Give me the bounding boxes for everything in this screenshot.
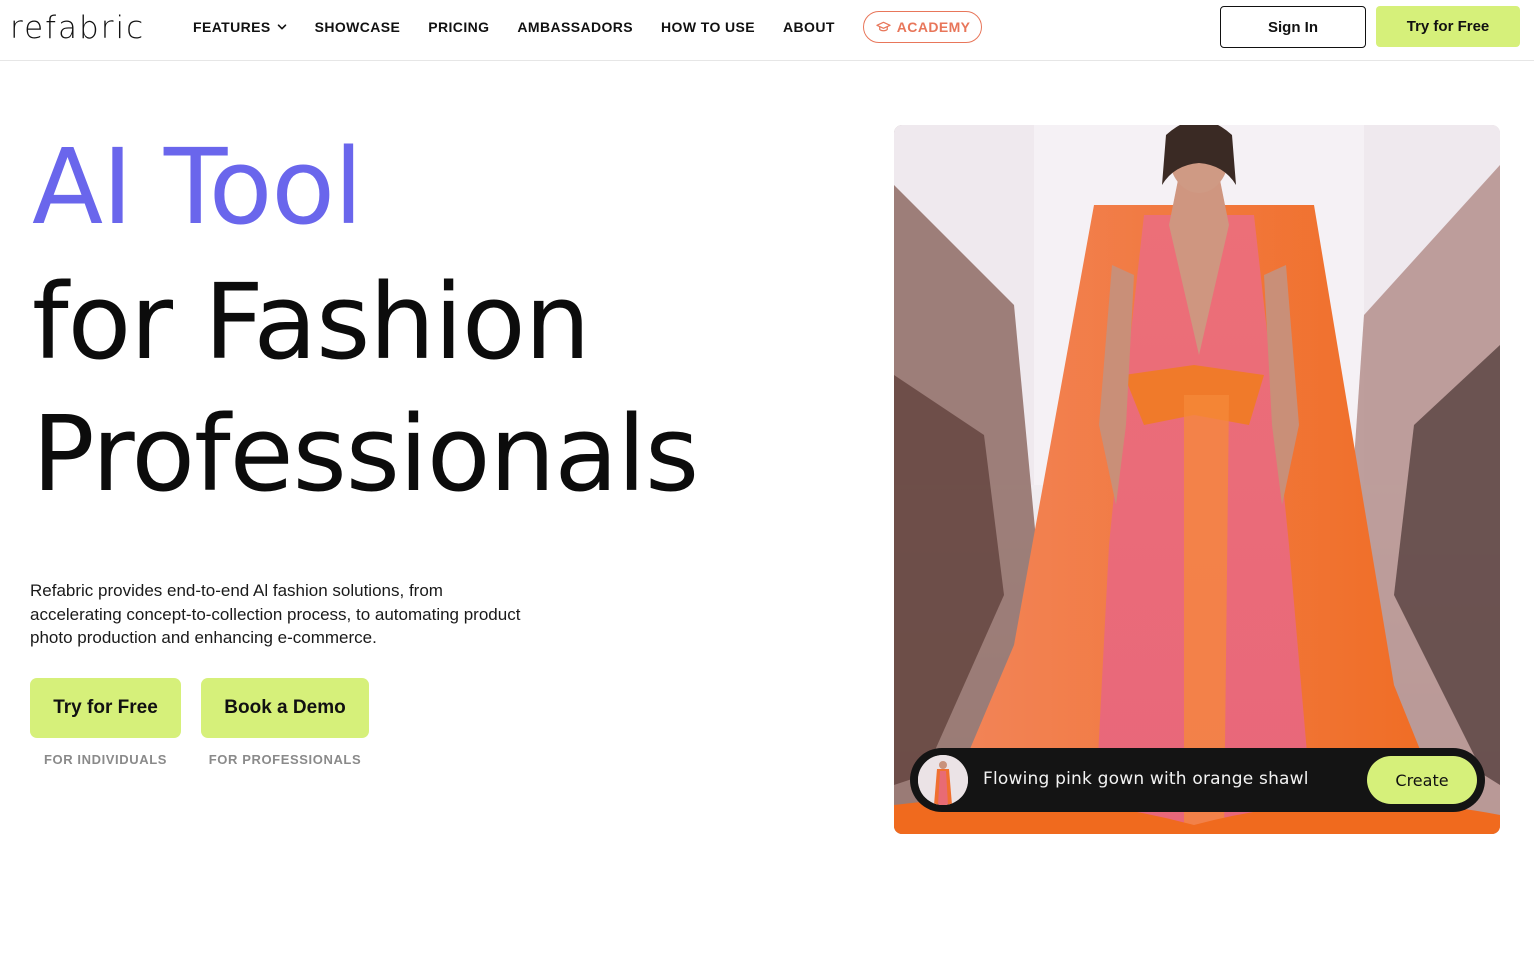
academy-label: ACADEMY	[896, 19, 971, 35]
book-demo-button[interactable]: Book a Demo	[201, 678, 369, 738]
prompt-text[interactable]: Flowing pink gown with orange shawl	[983, 769, 1309, 789]
chevron-down-icon	[277, 24, 286, 30]
logo[interactable]: refabric	[10, 10, 145, 46]
prompt-thumbnail	[918, 755, 968, 805]
nav-pricing[interactable]: PRICING	[428, 19, 489, 35]
hero-title-line3: Professionals	[32, 393, 699, 515]
nav-showcase[interactable]: SHOWCASE	[315, 19, 401, 35]
hero-title-line2: for Fashion	[32, 261, 591, 383]
main-menu: FEATURES SHOWCASE PRICING AMBASSADORS HO…	[193, 0, 983, 54]
sign-in-button[interactable]: Sign In	[1220, 6, 1366, 48]
create-button[interactable]: Create	[1367, 756, 1477, 804]
top-nav: refabric FEATURES SHOWCASE PRICING AMBAS…	[0, 0, 1534, 61]
nav-ambassadors[interactable]: AMBASSADORS	[517, 19, 633, 35]
prompt-bar: Flowing pink gown with orange shawl Crea…	[910, 748, 1485, 812]
runway-illustration	[894, 125, 1500, 834]
thumbnail-illustration	[918, 755, 968, 805]
hero-title-accent: AI Tool	[32, 126, 363, 248]
academy-button[interactable]: ACADEMY	[862, 11, 983, 43]
nav-features-label: FEATURES	[193, 19, 271, 35]
hero-description: Refabric provides end-to-end Al fashion …	[30, 581, 521, 647]
for-professionals-caption: FOR PROFESSIONALS	[208, 752, 362, 767]
nav-about[interactable]: ABOUT	[783, 19, 835, 35]
nav-how-to-use[interactable]: HOW TO USE	[661, 19, 755, 35]
for-individuals-caption: FOR INDIVIDUALS	[43, 752, 168, 767]
try-for-free-button[interactable]: Try for Free	[30, 678, 181, 738]
nav-features[interactable]: FEATURES	[193, 19, 287, 35]
graduation-cap-icon	[876, 21, 891, 32]
hero-image	[894, 125, 1500, 834]
try-for-free-nav-button[interactable]: Try for Free	[1376, 6, 1520, 47]
